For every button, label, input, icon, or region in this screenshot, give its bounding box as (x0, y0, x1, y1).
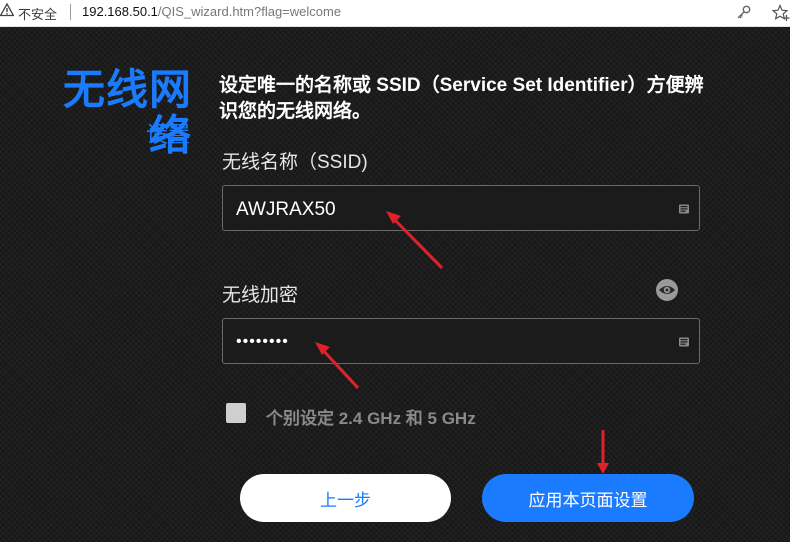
password-input[interactable]: •••••••• (222, 318, 700, 364)
ssid-label: 无线名称（SSID) (222, 152, 368, 173)
apply-settings-button[interactable]: 应用本页面设置 (482, 474, 694, 522)
security-status[interactable]: 不安全 (18, 4, 57, 23)
password-value: •••••••• (236, 333, 289, 350)
password-label: 无线加密 (222, 285, 299, 306)
warning-icon[interactable] (0, 3, 14, 17)
keyboard-icon (679, 337, 689, 347)
url-host: 192.168.50.1 (82, 4, 158, 19)
keyboard-icon (679, 204, 689, 214)
ssid-input[interactable]: AWJRAX50 (222, 185, 700, 231)
wizard-panel: 无线网络 设置 设定唯一的名称或 SSID（Service Set Identi… (0, 27, 790, 542)
address-divider (70, 4, 71, 20)
key-icon[interactable] (736, 4, 752, 20)
page-subtitle: 设置 (145, 122, 190, 147)
page-description: 设定唯一的名称或 SSID（Service Set Identifier）方便辨… (219, 75, 704, 122)
back-button[interactable]: 上一步 (240, 474, 451, 522)
url-text[interactable]: 192.168.50.1/QIS_wizard.htm?flag=welcome (82, 4, 341, 19)
ssid-value: AWJRAX50 (236, 199, 336, 220)
eye-icon[interactable] (655, 278, 679, 302)
url-path: /QIS_wizard.htm?flag=welcome (157, 4, 342, 19)
separate-bands-label[interactable]: 个别设定 2.4 GHz 和 5 GHz (266, 404, 476, 429)
bookmark-star-icon[interactable] (772, 4, 790, 22)
separate-bands-checkbox[interactable] (226, 403, 246, 423)
browser-address-bar[interactable]: 不安全 192.168.50.1/QIS_wizard.htm?flag=wel… (0, 0, 790, 27)
